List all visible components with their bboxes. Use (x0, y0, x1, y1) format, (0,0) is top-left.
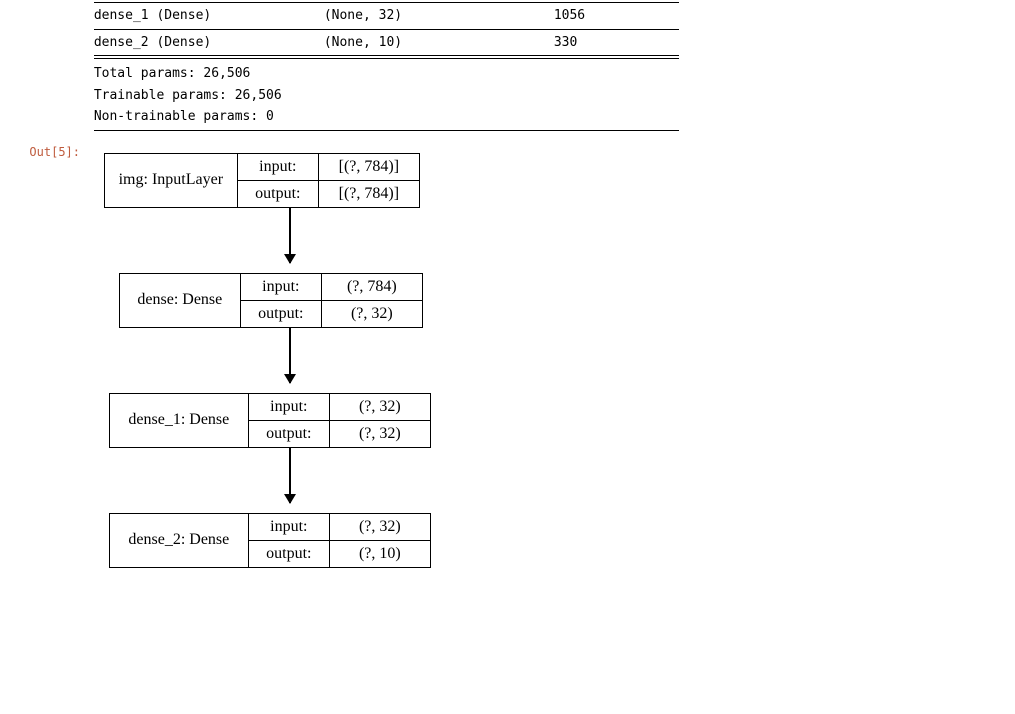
layer-name-label: dense_2: Dense (110, 514, 249, 567)
summary-row: dense_1 (Dense)(None, 32)1056 (94, 7, 679, 25)
io-input-label: input: (249, 514, 330, 540)
layer-node-img: img: InputLayer input: [(?, 784)] output… (104, 153, 420, 208)
model-graph-diagram: img: InputLayer input: [(?, 784)] output… (94, 153, 994, 663)
model-summary-block: dense_1 (Dense)(None, 32)1056 dense_2 (D… (94, 2, 679, 131)
io-output-value: (?, 10) (330, 541, 430, 567)
layer-node-dense: dense: Dense input: (?, 784) output: (?,… (119, 273, 423, 328)
summary-total: Trainable params: 26,506 (94, 87, 679, 105)
summary-divider (94, 29, 679, 30)
io-output-value: (?, 32) (330, 421, 430, 447)
io-output-value: (?, 32) (322, 301, 422, 327)
io-input-label: input: (249, 394, 330, 420)
io-input-value: (?, 784) (322, 274, 422, 300)
io-input-label: input: (238, 154, 319, 180)
summary-total: Non-trainable params: 0 (94, 108, 679, 126)
summary-divider (94, 2, 679, 3)
layer-name-label: dense_1: Dense (110, 394, 249, 447)
layer-name-label: dense: Dense (120, 274, 241, 327)
summary-row: dense_2 (Dense)(None, 10)330 (94, 34, 679, 52)
layer-node-dense2: dense_2: Dense input: (?, 32) output: (?… (109, 513, 431, 568)
diagram-arrow (289, 448, 291, 503)
io-input-label: input: (241, 274, 322, 300)
diagram-arrow (289, 208, 291, 263)
io-output-label: output: (249, 421, 330, 447)
layer-node-dense1: dense_1: Dense input: (?, 32) output: (?… (109, 393, 431, 448)
io-input-value: [(?, 784)] (319, 154, 419, 180)
io-input-value: (?, 32) (330, 514, 430, 540)
summary-divider-double (94, 55, 679, 59)
summary-divider (94, 130, 679, 131)
io-output-label: output: (241, 301, 322, 327)
io-input-value: (?, 32) (330, 394, 430, 420)
io-output-label: output: (238, 181, 319, 207)
layer-name-label: img: InputLayer (105, 154, 238, 207)
output-prompt: Out[5]: (0, 145, 86, 159)
io-output-label: output: (249, 541, 330, 567)
diagram-arrow (289, 328, 291, 383)
summary-total: Total params: 26,506 (94, 65, 679, 83)
io-output-value: [(?, 784)] (319, 181, 419, 207)
